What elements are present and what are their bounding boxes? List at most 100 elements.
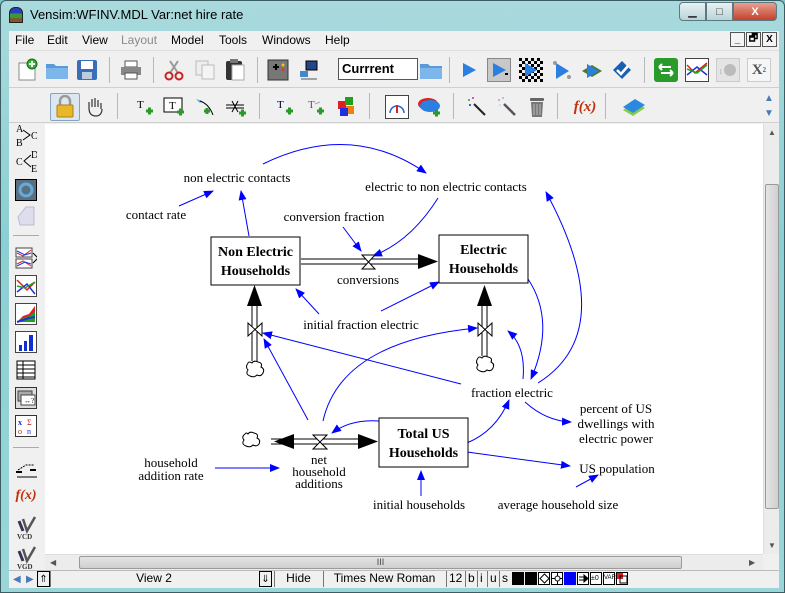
var-percent-dwellings[interactable]: dwellings with	[578, 416, 655, 431]
vensim-app-icon[interactable]	[9, 7, 23, 23]
open-model-icon[interactable]	[45, 58, 69, 82]
stock-label[interactable]: Electric	[460, 243, 507, 258]
hide-wand-icon[interactable]	[495, 95, 519, 119]
rate-tool-icon[interactable]	[224, 95, 248, 119]
view-next-icon[interactable]: ▶	[26, 574, 34, 585]
graph-icon[interactable]	[15, 275, 37, 297]
mdi-close-button[interactable]: X	[762, 32, 777, 47]
italic-toggle[interactable]: i	[477, 571, 487, 587]
toolbar-scroll-down-icon[interactable]: ▼	[764, 108, 774, 119]
bold-toggle[interactable]: b	[465, 571, 477, 587]
strikethrough-toggle[interactable]: s	[499, 571, 511, 587]
equations-icon[interactable]: f(x)	[571, 95, 599, 119]
mdi-restore-button[interactable]: 🗗	[746, 32, 761, 47]
comment-cloud-icon[interactable]	[417, 95, 441, 119]
sketch-canvas[interactable]: Non Electric Households Electric Househo…	[45, 124, 763, 554]
menu-layout[interactable]: Layout	[121, 33, 157, 47]
scroll-up-icon[interactable]: ▲	[768, 128, 776, 137]
variable-type-icon[interactable]: VAR	[603, 572, 616, 585]
view-down-icon[interactable]: ⇓	[259, 571, 272, 587]
toolbar-scroll-up-icon[interactable]: ▲	[764, 93, 774, 104]
publish-icon[interactable]	[296, 58, 320, 82]
shape-selector-icon[interactable]	[538, 572, 550, 585]
arrow-tool-icon[interactable]	[193, 95, 217, 119]
save-icon[interactable]	[75, 58, 99, 82]
synthesim-icon[interactable]	[487, 58, 511, 82]
new-model-icon[interactable]	[15, 58, 39, 82]
stock-label[interactable]: Households	[389, 446, 459, 461]
var-contact-rate[interactable]: contact rate	[126, 207, 186, 222]
shadow-variable-tool-icon[interactable]: T	[271, 95, 295, 119]
reality-check-icon[interactable]: 1	[716, 58, 740, 82]
lock-icon[interactable]	[50, 93, 80, 121]
move-hand-icon[interactable]	[83, 95, 107, 119]
equations-side-icon[interactable]: f(x)	[15, 485, 37, 507]
scroll-down-icon[interactable]: ▼	[768, 541, 776, 550]
document-view-icon[interactable]	[15, 205, 37, 227]
view-up-icon[interactable]: ⇑	[37, 571, 50, 587]
loops-icon[interactable]	[15, 179, 37, 201]
var-initial-fraction-electric[interactable]: initial fraction electric	[303, 317, 419, 332]
menu-view[interactable]: View	[82, 33, 108, 47]
unhide-wand-icon[interactable]	[465, 95, 489, 119]
var-conversion-fraction[interactable]: conversion fraction	[284, 209, 385, 224]
text-color-swatch[interactable]	[512, 572, 524, 585]
minimize-button[interactable]: ▁	[679, 2, 706, 21]
var-fraction-electric[interactable]: fraction electric	[471, 385, 553, 400]
print-icon[interactable]	[119, 58, 143, 82]
var-percent-dwellings[interactable]: percent of US	[580, 401, 652, 416]
mdi-minimize-button[interactable]: _	[730, 32, 745, 47]
causes-strip-graph-icon[interactable]	[15, 247, 37, 269]
reality-check-balance-icon[interactable]	[15, 459, 37, 481]
document-equations-icon[interactable]: xΣon	[15, 415, 37, 437]
bar-graph-icon[interactable]	[15, 331, 37, 353]
polarity-icon[interactable]: ±0	[590, 572, 602, 585]
simulate-icon[interactable]	[457, 58, 481, 82]
flow-label-nha[interactable]: additions	[295, 476, 343, 491]
flow-label-conversions[interactable]: conversions	[337, 272, 399, 287]
stock-label[interactable]: Households	[221, 264, 291, 279]
var-non-electric-contacts[interactable]: non electric contacts	[184, 170, 291, 185]
cut-icon[interactable]	[162, 58, 186, 82]
underline-toggle[interactable]: u	[487, 571, 499, 587]
var-us-population[interactable]: US population	[579, 461, 655, 476]
scroll-left-icon[interactable]: ◀	[50, 558, 56, 567]
document-book-icon[interactable]	[621, 95, 645, 119]
table-icon[interactable]	[15, 359, 37, 381]
menu-model[interactable]: Model	[171, 33, 204, 47]
causes-strip-icon[interactable]	[685, 58, 709, 82]
view-name[interactable]: View 2	[50, 571, 257, 587]
sensitivity-graph-icon[interactable]	[15, 303, 37, 325]
browse-run-folder-icon[interactable]	[419, 58, 443, 82]
causes-tree-icon[interactable]: ABC	[15, 123, 37, 148]
maximize-button[interactable]: □	[706, 2, 733, 21]
close-button[interactable]: X	[733, 2, 777, 21]
causal-tracing-icon[interactable]	[654, 58, 678, 82]
menu-windows[interactable]: Windows	[262, 33, 311, 47]
layer-icon[interactable]	[616, 572, 628, 585]
fill-color-swatch[interactable]	[564, 572, 576, 585]
stock-label[interactable]: Households	[449, 262, 519, 277]
var-percent-dwellings[interactable]: electric power	[579, 431, 654, 446]
model-merge-icon[interactable]	[335, 95, 359, 119]
run-name-input[interactable]: Currrent	[338, 58, 418, 80]
vcd-icon[interactable]: VCD	[15, 515, 37, 541]
var-electric-to-non-electric-contacts[interactable]: electric to non electric contacts	[365, 179, 527, 194]
gaming-icon[interactable]	[519, 58, 543, 82]
var-initial-households[interactable]: initial households	[373, 497, 465, 512]
vertical-scroll-thumb[interactable]	[765, 184, 779, 509]
box-variable-tool-icon[interactable]: T	[162, 95, 186, 119]
sketch-comment-icon[interactable]	[385, 95, 409, 119]
stock-label[interactable]: Total US	[397, 427, 449, 442]
stock-label[interactable]: Non Electric	[218, 245, 293, 260]
scroll-right-icon[interactable]: ▶	[749, 558, 755, 567]
menu-tools[interactable]: Tools	[219, 33, 247, 47]
menu-file[interactable]: File	[15, 33, 34, 47]
copy-icon[interactable]	[193, 58, 217, 82]
arrow-style-icon[interactable]	[577, 572, 589, 585]
var-average-household-size[interactable]: average household size	[498, 497, 619, 512]
font-name-selector[interactable]: Times New Roman	[323, 571, 445, 587]
delete-trash-icon[interactable]	[525, 95, 549, 119]
build-windows-icon[interactable]	[266, 58, 290, 82]
menu-edit[interactable]: Edit	[47, 33, 68, 47]
